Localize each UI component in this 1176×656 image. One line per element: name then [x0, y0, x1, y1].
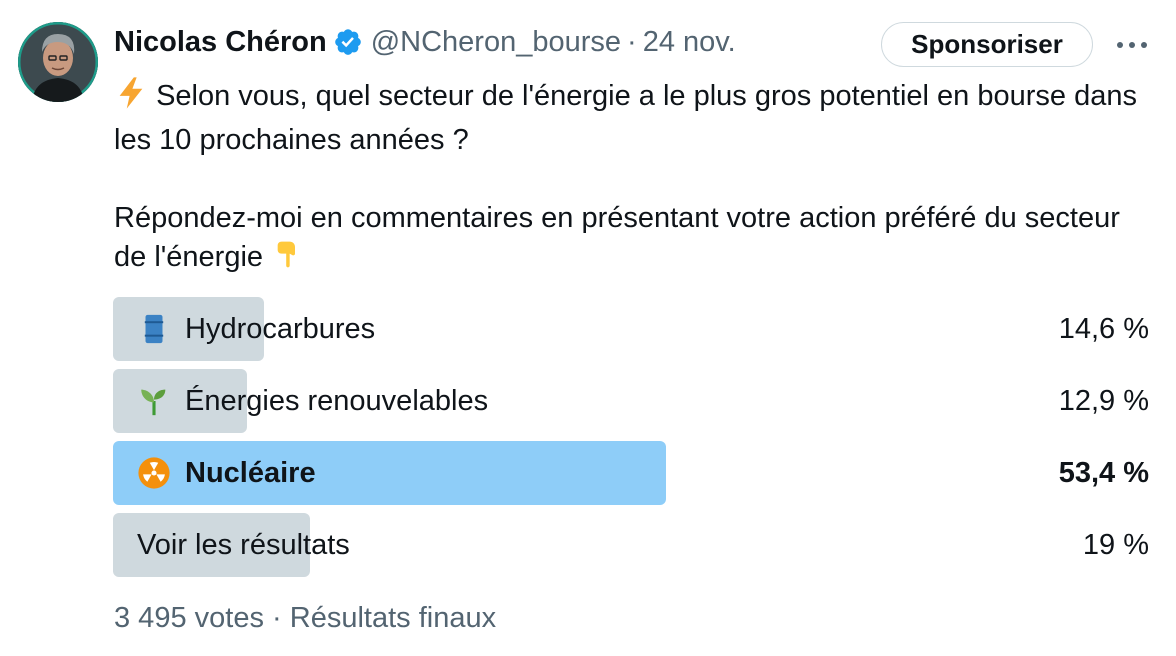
- poll-option-percent: 19 %: [1082, 528, 1149, 561]
- poll-option-percent: 14,6 %: [1058, 312, 1149, 345]
- poll-option-text: Énergies renouvelables: [185, 384, 489, 417]
- tweet-paragraph-1-text: Selon vous, quel secteur de l'énergie a …: [114, 80, 1137, 156]
- poll-option[interactable]: Énergies renouvelables 12,9 %: [113, 369, 1149, 433]
- tweet-paragraph-2-text: Répondez-moi en commentaires en présenta…: [114, 202, 1120, 273]
- more-dots-icon[interactable]: [1110, 30, 1154, 60]
- pointing-down-icon: [271, 239, 303, 282]
- verified-badge-icon[interactable]: [333, 27, 363, 57]
- poll-option-label: Hydrocarbures: [137, 297, 375, 361]
- poll-option[interactable]: Hydrocarbures 14,6 %: [113, 297, 1149, 361]
- header-separator: ·: [627, 25, 637, 58]
- tweet-date[interactable]: 24 nov.: [643, 26, 736, 59]
- tweet-text: Selon vous, quel secteur de l'énergie a …: [114, 76, 1154, 282]
- seedling-icon: [137, 384, 171, 418]
- poll-status: Résultats finaux: [289, 602, 497, 634]
- footer-separator: ·: [272, 602, 282, 634]
- poll-footer: 3 495 votes · Résultats finaux: [114, 602, 496, 635]
- poll-option[interactable]: Voir les résultats 19 %: [113, 513, 1149, 577]
- poll-option-label: Énergies renouvelables: [137, 369, 488, 433]
- poll-option[interactable]: Nucléaire 53,4 %: [113, 441, 1149, 505]
- poll-option-text: Voir les résultats: [137, 528, 350, 561]
- author-handle[interactable]: @NCheron_bourse: [371, 26, 621, 59]
- sponsor-button[interactable]: Sponsoriser: [881, 22, 1093, 67]
- poll-option-label: Voir les résultats: [137, 513, 350, 577]
- lightning-icon: [114, 76, 148, 121]
- vote-count: 3 495 votes: [114, 602, 264, 634]
- tweet-header: Nicolas Chéron @NCheron_bourse · 24 nov.: [114, 22, 736, 62]
- avatar[interactable]: [18, 22, 98, 102]
- poll: Hydrocarbures 14,6 % Énergies renouvelab…: [113, 297, 1149, 585]
- tweet-paragraph-1: Selon vous, quel secteur de l'énergie a …: [114, 76, 1154, 160]
- tweet-paragraph-2: Répondez-moi en commentaires en présenta…: [114, 199, 1154, 282]
- poll-option-percent: 53,4 %: [1058, 456, 1149, 489]
- poll-option-label: Nucléaire: [137, 441, 316, 505]
- poll-option-text: Nucléaire: [185, 456, 316, 489]
- author-name[interactable]: Nicolas Chéron: [114, 26, 327, 59]
- poll-option-text: Hydrocarbures: [185, 312, 376, 345]
- poll-option-percent: 12,9 %: [1058, 384, 1149, 417]
- tweet: Nicolas Chéron @NCheron_bourse · 24 nov.…: [0, 0, 1176, 656]
- oil-drum-icon: [137, 312, 171, 346]
- radioactive-icon: [137, 456, 171, 490]
